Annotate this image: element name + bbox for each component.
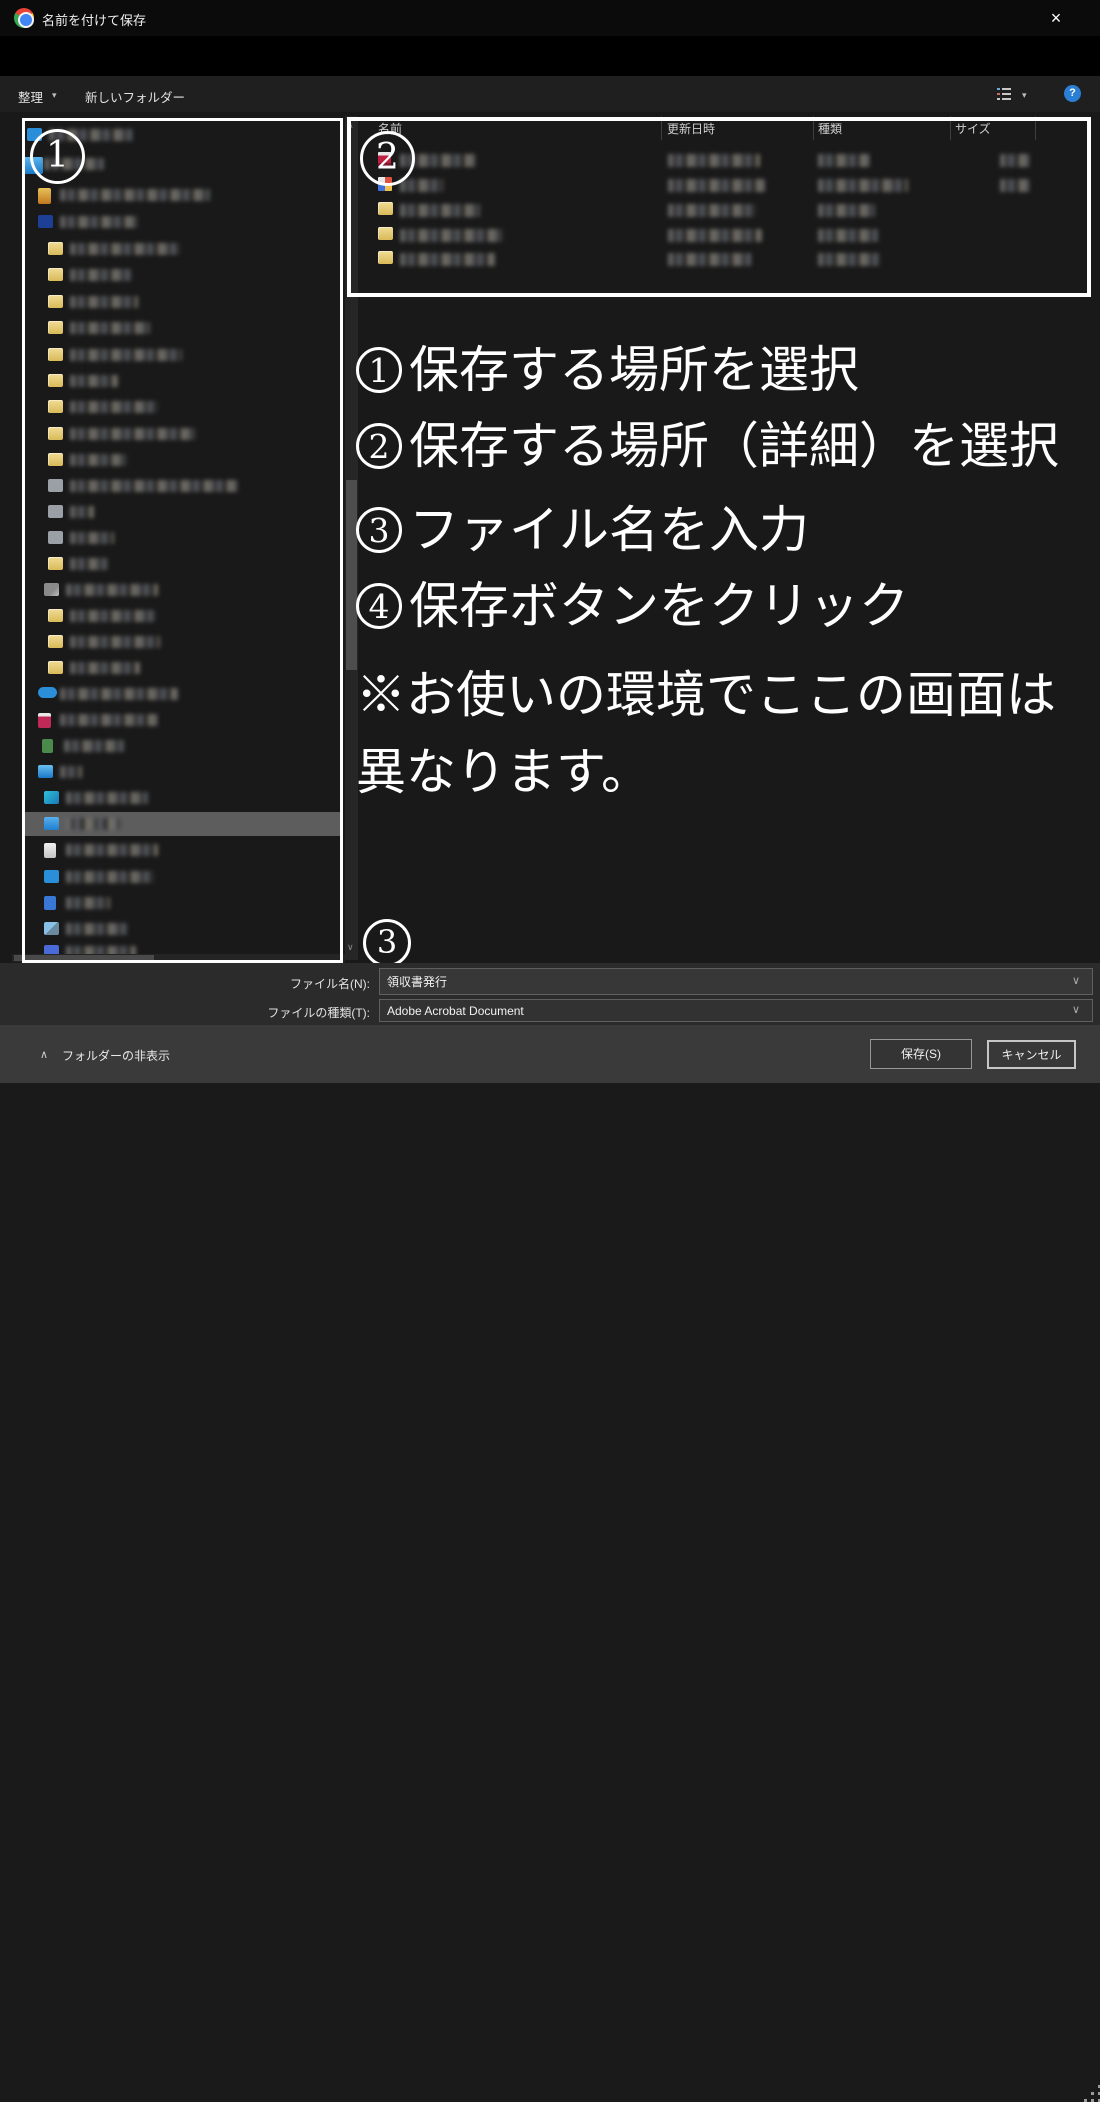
annotation-text-line-4: 4保存ボタンをクリック: [356, 566, 909, 638]
filetype-label: ファイルの種類(T):: [0, 1004, 370, 1021]
filename-dropdown-icon[interactable]: ∨: [1072, 974, 1080, 987]
annotation-text: 保存する場所を選択: [409, 341, 859, 399]
annotation-text: ファイル名を入力: [409, 501, 809, 559]
annotation-circle-3: 3: [363, 919, 411, 967]
hide-folders-caret-icon[interactable]: ∧: [40, 1048, 48, 1061]
annotation-inline-number: 2: [356, 423, 402, 469]
annotation-circle-2: 2: [360, 131, 415, 186]
filetype-dropdown-icon[interactable]: ∨: [1072, 1003, 1080, 1016]
annotation-inline-number: 1: [356, 347, 402, 393]
filename-input[interactable]: 領収書発行: [379, 968, 1093, 995]
hide-folders-button[interactable]: フォルダーの非表示: [62, 1047, 170, 1064]
filetype-select[interactable]: Adobe Acrobat Document: [379, 999, 1093, 1022]
bottom-bar: ∧ フォルダーの非表示 保存(S) キャンセル: [0, 1025, 1100, 1083]
annotation-text: 保存ボタンをクリック: [409, 577, 909, 635]
annotation-text-line-1: 1保存する場所を選択: [356, 330, 859, 402]
annotation-text-line-2: 2保存する場所（詳細）を選択: [356, 406, 1059, 478]
annotation-box-1: [22, 118, 343, 963]
annotation-box-2: [347, 117, 1091, 297]
annotation-text-line-6: 異なります。: [356, 732, 651, 804]
fields-area: ファイル名(N): 領収書発行 ∨ ファイルの種類(T): Adobe Acro…: [0, 963, 1100, 1025]
annotation-text-line-5: ※お使いの環境でここの画面は: [356, 655, 1056, 727]
annotation-text: 異なります。: [356, 743, 651, 801]
cancel-button[interactable]: キャンセル: [987, 1040, 1076, 1069]
annotation-text-line-3: 3ファイル名を入力: [356, 490, 809, 562]
save-button[interactable]: 保存(S): [870, 1039, 972, 1069]
filename-label: ファイル名(N):: [0, 975, 370, 992]
annotation-text: 保存する場所（詳細）を選択: [409, 417, 1059, 475]
annotation-inline-number: 3: [356, 507, 402, 553]
annotation-circle-1: 1: [30, 129, 85, 184]
filetype-value: Adobe Acrobat Document: [387, 1004, 524, 1018]
annotation-inline-number: 4: [356, 583, 402, 629]
filename-value: 領収書発行: [387, 973, 447, 990]
annotation-text: ※お使いの環境でここの画面は: [356, 666, 1056, 724]
